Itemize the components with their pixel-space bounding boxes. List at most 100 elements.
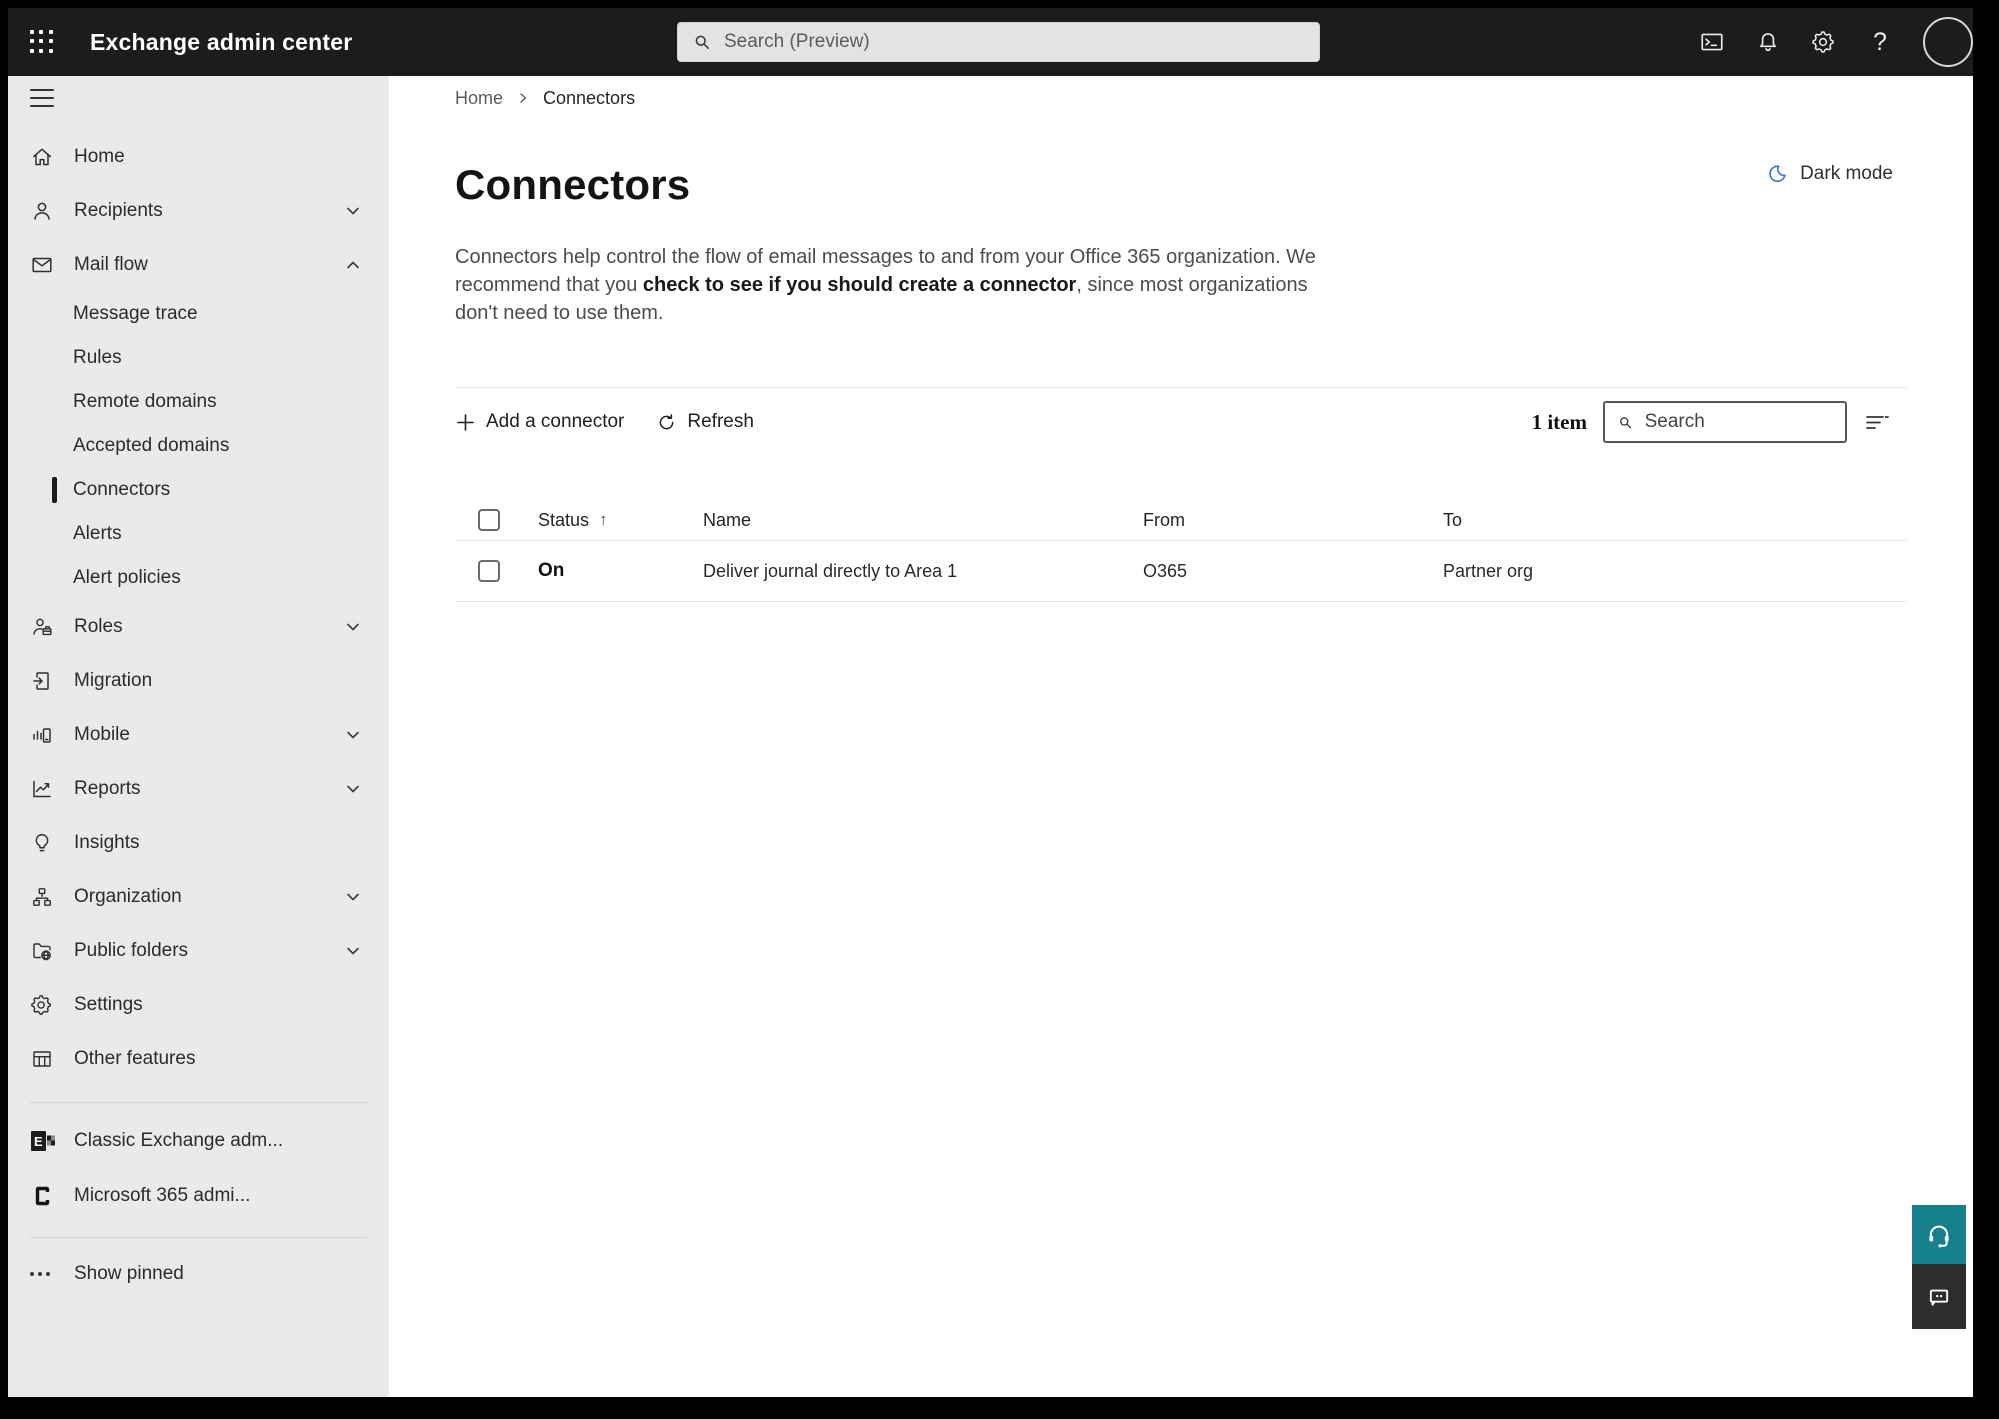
headset-icon	[1929, 1225, 1949, 1247]
roles-icon	[33, 618, 52, 636]
app-launcher-icon[interactable]	[30, 30, 54, 54]
chevron-down-icon	[347, 731, 359, 739]
exchange-logo-icon: E	[31, 1130, 55, 1151]
floating-help-buttons	[1912, 1205, 1966, 1329]
sidebar-item-rules[interactable]: Rules	[8, 336, 389, 380]
table-row[interactable]: On Deliver journal directly to Area 1 O3…	[455, 541, 1907, 602]
chevron-up-icon	[347, 261, 359, 269]
microsoft-365-logo-icon	[35, 1186, 50, 1205]
description-emphasis: check to see if you should create a conn…	[642, 274, 1077, 296]
mobile-icon	[33, 728, 51, 743]
list-toolbar: Add a connector Refresh 1 item	[455, 387, 1907, 456]
home-icon	[33, 148, 51, 166]
add-connector-button[interactable]: Add a connector	[455, 411, 624, 433]
sidebar-item-alerts[interactable]: Alerts	[8, 512, 389, 556]
notifications-bell-icon[interactable]	[1755, 29, 1781, 55]
hamburger-menu-icon[interactable]	[30, 89, 54, 107]
app-title: Exchange admin center	[90, 28, 353, 55]
connectors-table: Status ↑ Name From To On Deliver journal…	[455, 500, 1907, 602]
sidebar-item-message-trace[interactable]: Message trace	[8, 292, 389, 336]
table-grid-icon	[33, 1051, 51, 1067]
row-status: On	[538, 560, 565, 581]
topbar-actions: ?	[1699, 8, 1973, 76]
chevron-down-icon	[347, 207, 359, 215]
sidebar-divider	[30, 1237, 367, 1238]
global-search-input[interactable]	[724, 31, 1305, 53]
breadcrumb-chevron-icon	[520, 93, 527, 103]
sidebar-item-m365-admin[interactable]: Microsoft 365 admi...	[8, 1168, 389, 1223]
item-count: 1 item	[1531, 409, 1587, 434]
sidebar-item-home[interactable]: Home	[8, 130, 389, 184]
breadcrumb: Home Connectors	[455, 87, 1907, 109]
row-checkbox[interactable]	[478, 560, 500, 582]
filter-icon[interactable]	[1863, 409, 1889, 435]
sidebar-item-insights[interactable]: Insights	[8, 816, 389, 870]
sidebar-item-mobile[interactable]: Mobile	[8, 708, 389, 762]
plus-icon	[457, 413, 474, 431]
column-header-status[interactable]: Status ↑	[538, 510, 703, 531]
sidebar-item-accepted-domains[interactable]: Accepted domains	[8, 424, 389, 468]
feedback-button[interactable]	[1912, 1264, 1966, 1329]
column-header-to[interactable]: To	[1443, 510, 1907, 531]
sidebar-divider	[30, 1102, 367, 1103]
search-icon	[695, 35, 709, 49]
folder-globe-icon	[33, 943, 51, 961]
refresh-icon	[660, 413, 674, 429]
sidebar-item-mail-flow[interactable]: Mail flow	[8, 238, 389, 292]
sidebar-item-classic-exchange[interactable]: E Classic Exchange adm...	[8, 1113, 389, 1168]
chat-bubble-icon	[1929, 1289, 1949, 1306]
breadcrumb-home-link[interactable]: Home	[455, 88, 503, 109]
breadcrumb-current: Connectors	[543, 87, 636, 108]
sidebar-item-settings[interactable]: Settings	[8, 978, 389, 1032]
column-header-from[interactable]: From	[1143, 510, 1443, 531]
sidebar-item-label: Recipients	[74, 200, 163, 221]
page-description: Connectors help control the flow of emai…	[455, 246, 1316, 324]
account-avatar[interactable]	[1923, 17, 1973, 67]
sidebar-item-roles[interactable]: Roles	[8, 600, 389, 654]
list-search-input[interactable]	[1644, 411, 1833, 433]
sidebar-item-organization[interactable]: Organization	[8, 870, 389, 924]
row-to: Partner org	[1443, 560, 1534, 581]
row-from: O365	[1143, 560, 1188, 581]
moon-icon	[1769, 165, 1786, 183]
sort-ascending-icon: ↑	[599, 510, 608, 529]
list-search[interactable]	[1603, 401, 1847, 443]
refresh-button[interactable]: Refresh	[656, 411, 754, 433]
global-search[interactable]	[677, 22, 1320, 62]
org-chart-icon	[33, 888, 51, 906]
lightbulb-icon	[35, 834, 49, 852]
chevron-down-icon	[347, 893, 359, 901]
sidebar-item-connectors[interactable]: Connectors	[8, 468, 389, 512]
topbar: Exchange admin center Search (Preview) ?	[8, 8, 1973, 76]
show-pinned-button[interactable]: Show pinned	[8, 1246, 389, 1301]
page-title: Connectors	[455, 161, 691, 208]
row-name[interactable]: Deliver journal directly to Area 1	[703, 561, 1143, 582]
sidebar-item-other-features[interactable]: Other features	[8, 1032, 389, 1086]
sidebar-item-reports[interactable]: Reports	[8, 762, 389, 816]
sidebar-item-label: Home	[74, 146, 125, 167]
settings-gear-icon[interactable]	[1811, 29, 1837, 55]
column-header-name[interactable]: Name	[703, 510, 1143, 531]
sidebar-item-remote-domains[interactable]: Remote domains	[8, 380, 389, 424]
sidebar-item-migration[interactable]: Migration	[8, 654, 389, 708]
sidebar-item-recipients[interactable]: Recipients	[8, 184, 389, 238]
gear-icon	[31, 995, 51, 1015]
chevron-down-icon	[347, 623, 359, 631]
person-icon	[34, 202, 50, 220]
sidebar-item-label: Mail flow	[74, 254, 148, 275]
dark-mode-label: Dark mode	[1800, 163, 1893, 184]
help-icon[interactable]: ?	[1867, 28, 1893, 56]
ellipsis-icon	[30, 1271, 54, 1276]
svg-text:E: E	[34, 1134, 43, 1149]
powershell-terminal-icon[interactable]	[1699, 29, 1725, 55]
migration-icon	[33, 672, 49, 690]
mail-icon	[32, 257, 52, 273]
support-button[interactable]	[1912, 1205, 1966, 1264]
chevron-down-icon	[347, 947, 359, 955]
select-all-checkbox[interactable]	[478, 509, 500, 531]
sidebar-item-public-folders[interactable]: Public folders	[8, 924, 389, 978]
sidebar-item-alert-policies[interactable]: Alert policies	[8, 556, 389, 600]
chevron-down-icon	[347, 785, 359, 793]
dark-mode-toggle[interactable]: Dark mode	[1766, 163, 1893, 185]
main-content: Home Connectors Dark mode Connectors Con…	[389, 76, 1973, 1397]
